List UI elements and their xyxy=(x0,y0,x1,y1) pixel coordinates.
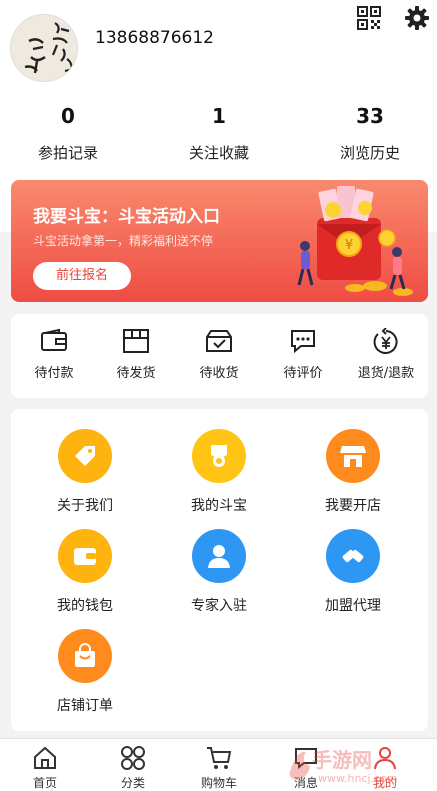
shopping-bag-icon xyxy=(75,643,95,667)
qr-code-icon[interactable] xyxy=(357,6,381,30)
tab-category[interactable]: 分类 xyxy=(98,745,168,791)
service-label: 我的钱包 xyxy=(57,598,113,614)
stat-value: 0 xyxy=(61,104,75,128)
order-pending-receipt[interactable]: 待收货 xyxy=(179,328,259,381)
service-icon-circle xyxy=(58,529,112,583)
stat-value: 1 xyxy=(212,104,226,128)
service-icon-circle xyxy=(192,529,246,583)
watermark-url: www.hncj.com xyxy=(318,772,398,785)
stat-label: 参拍记录 xyxy=(37,144,98,162)
service-label: 关于我们 xyxy=(57,498,113,514)
stat-bid-records[interactable]: 0 参拍记录 xyxy=(8,104,128,163)
service-label: 加盟代理 xyxy=(325,598,381,614)
tab-label: 首页 xyxy=(32,776,57,790)
stat-browse-history[interactable]: 33 浏览历史 xyxy=(310,104,430,163)
service-label: 专家入驻 xyxy=(191,598,247,614)
service-my-doubao[interactable]: 我的斗宝 xyxy=(159,429,279,515)
promo-banner[interactable]: 我要斗宝：斗宝活动入口 斗宝活动拿第一，精彩福利送不停 前往报名 ¥ xyxy=(11,180,428,302)
order-pending-shipment[interactable]: 待发货 xyxy=(96,328,176,381)
order-label: 退货/退款 xyxy=(357,366,415,381)
service-icon-circle xyxy=(326,429,380,483)
service-expert-join[interactable]: 专家入驻 xyxy=(159,529,279,615)
medal-icon xyxy=(211,445,227,467)
order-status-card: 待付款 待发货 待收货 待评价 退货/退款 xyxy=(11,314,428,398)
tab-cart[interactable]: 购物车 xyxy=(184,745,254,791)
service-about-us[interactable]: 关于我们 xyxy=(25,429,145,515)
phone-number: 13868876612 xyxy=(95,28,214,48)
banner-subtitle: 斗宝活动拿第一，精彩福利送不停 xyxy=(33,234,214,248)
svg-text:¥: ¥ xyxy=(345,238,353,253)
watermark-text: 手游网 xyxy=(312,748,372,772)
calligraphy-avatar-image xyxy=(11,15,77,81)
home-icon xyxy=(34,746,56,769)
service-open-store[interactable]: 我要开店 xyxy=(293,429,413,515)
service-label: 我要开店 xyxy=(325,498,381,514)
order-label: 待付款 xyxy=(34,366,74,381)
wallet-icon xyxy=(41,328,67,351)
service-label: 我的斗宝 xyxy=(191,498,247,514)
service-franchise-agent[interactable]: 加盟代理 xyxy=(293,529,413,615)
service-label: 店铺订单 xyxy=(57,698,113,714)
tab-label: 分类 xyxy=(120,776,145,790)
order-pending-review[interactable]: 待评价 xyxy=(263,328,343,381)
service-icon-circle xyxy=(58,429,112,483)
tag-icon xyxy=(75,446,95,466)
category-icon xyxy=(121,746,145,770)
red-envelope-illustration: ¥ xyxy=(297,186,413,296)
banner-title: 我要斗宝：斗宝活动入口 xyxy=(33,207,220,227)
stat-label: 关注收藏 xyxy=(188,144,249,162)
gear-icon[interactable] xyxy=(404,5,430,31)
chat-dots-icon xyxy=(291,330,315,354)
stat-label: 浏览历史 xyxy=(339,144,400,162)
refund-yen-icon xyxy=(373,328,398,354)
tab-home[interactable]: 首页 xyxy=(10,745,80,791)
store-icon xyxy=(340,446,366,467)
service-icon-circle xyxy=(58,629,112,683)
inbox-check-icon xyxy=(206,330,232,352)
service-my-wallet[interactable]: 我的钱包 xyxy=(25,529,145,615)
tab-label: 购物车 xyxy=(200,776,237,790)
person-icon xyxy=(208,545,230,568)
avatar[interactable] xyxy=(10,14,78,82)
services-card: 关于我们 我的斗宝 我要开店 我的钱包 专家入驻 加盟代理 店铺订单 xyxy=(11,409,428,731)
box-icon xyxy=(123,329,149,353)
service-icon-circle xyxy=(326,529,380,583)
service-store-orders[interactable]: 店铺订单 xyxy=(25,629,145,715)
order-pending-payment[interactable]: 待付款 xyxy=(14,328,94,381)
order-label: 待评价 xyxy=(283,366,323,381)
stat-value: 33 xyxy=(356,104,384,128)
service-icon-circle xyxy=(192,429,246,483)
order-label: 待收货 xyxy=(199,366,239,381)
register-button[interactable]: 前往报名 xyxy=(33,262,131,290)
wallet-icon xyxy=(74,548,96,565)
cart-icon xyxy=(207,747,232,769)
stat-favorites[interactable]: 1 关注收藏 xyxy=(159,104,279,163)
order-label: 待发货 xyxy=(116,366,156,381)
handshake-icon xyxy=(342,549,364,563)
order-refund[interactable]: 退货/退款 xyxy=(346,328,426,381)
user-icon xyxy=(374,747,396,770)
